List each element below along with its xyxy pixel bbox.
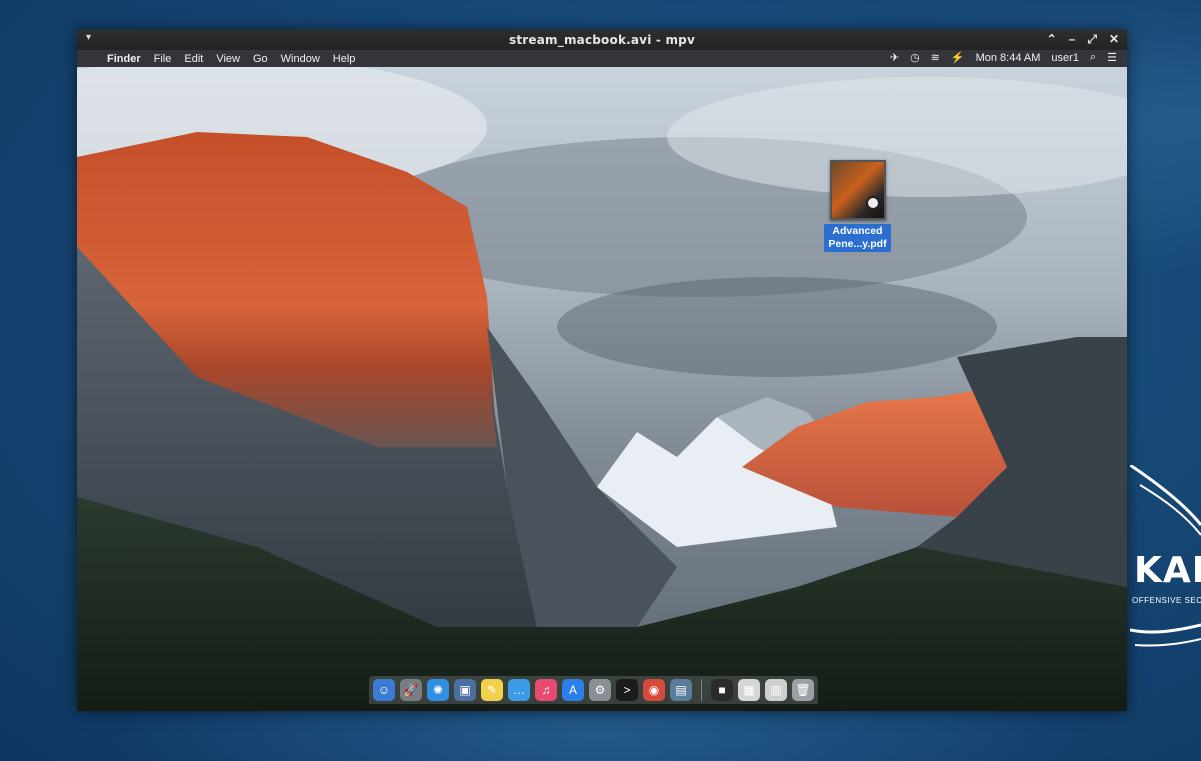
menu-go[interactable]: Go: [253, 53, 268, 65]
file-label-line2: Pene...y.pdf: [828, 238, 887, 250]
maximize-button[interactable]: ⤢: [1087, 32, 1097, 47]
battery-icon[interactable]: ⚡: [951, 51, 965, 64]
volume-muted-icon[interactable]: ✈: [890, 51, 899, 64]
file-label[interactable]: Advanced Pene...y.pdf: [824, 224, 891, 252]
dock-photos-icon[interactable]: ▣: [454, 679, 476, 701]
dock-image-viewer-icon[interactable]: ▤: [670, 679, 692, 701]
pdf-file-icon[interactable]: [829, 160, 886, 220]
time-machine-icon[interactable]: ◷: [910, 51, 920, 64]
desktop-wallpaper: [77, 67, 1127, 711]
notification-center-icon[interactable]: ☰: [1107, 51, 1117, 64]
menubar-status-area: ✈ ◷ ≋ ⚡ Mon 8:44 AM user1 ⌕ ☰: [890, 51, 1117, 64]
window-titlebar[interactable]: ▾ stream_macbook.avi - mpv ⌃ – ⤢ ✕: [77, 30, 1127, 50]
dock-chrome-icon[interactable]: ◉: [643, 679, 665, 701]
dock-notes-icon[interactable]: ✎: [481, 679, 503, 701]
window-title: stream_macbook.avi - mpv: [509, 33, 695, 47]
menu-window[interactable]: Window: [281, 53, 320, 65]
menu-help[interactable]: Help: [333, 53, 356, 65]
dock: ☺ 🚀 ✺ ▣ ✎… ♫ A ⚙ > ◉ ▤ ■ ▦ ▥ 🗑: [369, 676, 818, 704]
dock-messages-icon[interactable]: …: [508, 679, 530, 701]
dock-document-icon[interactable]: ▦: [738, 679, 760, 701]
clock[interactable]: Mon 8:44 AM: [976, 52, 1041, 64]
dock-terminal-icon[interactable]: >: [616, 679, 638, 701]
user-menu[interactable]: user1: [1051, 52, 1079, 64]
dock-preview-icon[interactable]: ▥: [765, 679, 787, 701]
dock-separator: [701, 679, 702, 701]
shade-button[interactable]: ⌃: [1047, 32, 1057, 47]
dock-finder-icon[interactable]: ☺: [373, 679, 395, 701]
dock-screen-recorder-icon[interactable]: ■: [711, 679, 733, 701]
spotlight-icon[interactable]: ⌕: [1090, 51, 1096, 64]
menu-file[interactable]: File: [154, 53, 172, 65]
window-controls: ⌃ – ⤢ ✕: [1047, 32, 1119, 47]
mac-menubar: Finder File Edit View Go Window Help ✈ ◷…: [77, 50, 1127, 67]
cloud: [557, 277, 997, 377]
file-label-line1: Advanced: [832, 225, 883, 237]
menu-edit[interactable]: Edit: [184, 53, 203, 65]
kali-tagline: OFFENSIVE SECURITY: [1132, 596, 1201, 605]
menu-finder[interactable]: Finder: [107, 53, 141, 65]
kali-wordmark: KALI: [1134, 550, 1201, 591]
minimize-button[interactable]: –: [1069, 32, 1076, 47]
close-button[interactable]: ✕: [1109, 32, 1119, 47]
dock-itunes-icon[interactable]: ♫: [535, 679, 557, 701]
dock-app-store-icon[interactable]: A: [562, 679, 584, 701]
dock-launchpad-icon[interactable]: 🚀: [400, 679, 422, 701]
wifi-icon[interactable]: ≋: [931, 51, 940, 64]
dock-trash-icon[interactable]: 🗑: [792, 679, 814, 701]
mpv-player-window[interactable]: ▾ stream_macbook.avi - mpv ⌃ – ⤢ ✕ Finde…: [77, 30, 1127, 711]
kali-logo: KALI OFFENSIVE SECURITY: [1130, 465, 1201, 665]
desktop-pdf-file[interactable]: Advanced Pene...y.pdf: [820, 160, 895, 252]
dock-safari-icon[interactable]: ✺: [427, 679, 449, 701]
video-frame[interactable]: Finder File Edit View Go Window Help ✈ ◷…: [77, 50, 1127, 711]
menu-view[interactable]: View: [216, 53, 240, 65]
dock-system-preferences-icon[interactable]: ⚙: [589, 679, 611, 701]
